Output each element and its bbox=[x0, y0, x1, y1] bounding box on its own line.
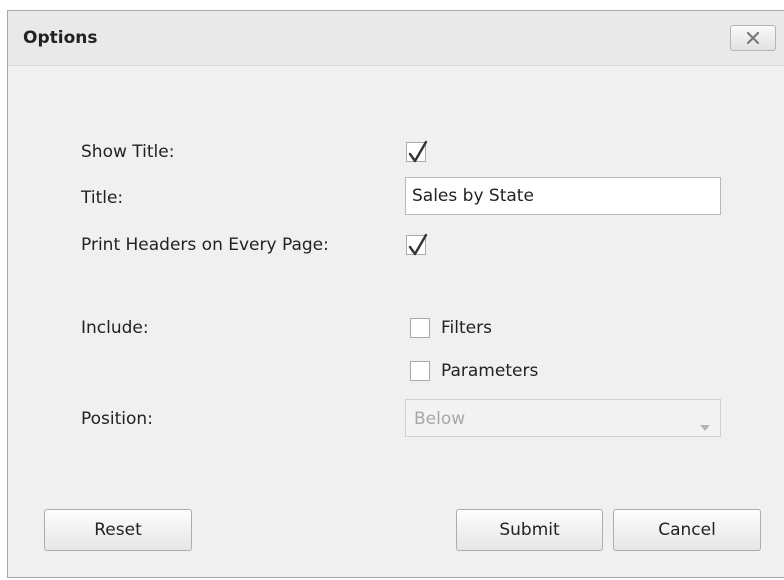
show-title-label: Show Title: bbox=[81, 142, 175, 162]
dialog-title: Options bbox=[23, 28, 98, 48]
filters-checkbox[interactable] bbox=[410, 318, 430, 338]
close-button[interactable] bbox=[730, 25, 776, 51]
chevron-down-icon bbox=[700, 416, 710, 435]
checkmark-icon bbox=[408, 233, 428, 256]
options-dialog: Options Show Title: Title: Print Headers… bbox=[7, 10, 784, 578]
show-title-checkbox[interactable] bbox=[406, 140, 428, 163]
parameters-label[interactable]: Parameters bbox=[441, 361, 538, 381]
dialog-titlebar: Options bbox=[8, 11, 784, 66]
include-label: Include: bbox=[81, 318, 149, 338]
print-headers-checkbox[interactable] bbox=[406, 233, 428, 256]
title-input[interactable] bbox=[405, 177, 721, 215]
submit-button[interactable]: Submit bbox=[456, 509, 603, 551]
close-icon bbox=[746, 29, 760, 48]
filters-label[interactable]: Filters bbox=[441, 318, 492, 338]
print-headers-label: Print Headers on Every Page: bbox=[81, 235, 329, 255]
position-select-value: Below bbox=[414, 409, 466, 429]
checkmark-icon bbox=[408, 140, 428, 163]
title-label: Title: bbox=[81, 188, 124, 208]
cancel-button[interactable]: Cancel bbox=[613, 509, 761, 551]
position-label: Position: bbox=[81, 409, 153, 429]
parameters-checkbox[interactable] bbox=[410, 361, 430, 381]
position-select[interactable]: Below bbox=[405, 399, 721, 437]
reset-button[interactable]: Reset bbox=[44, 509, 192, 551]
